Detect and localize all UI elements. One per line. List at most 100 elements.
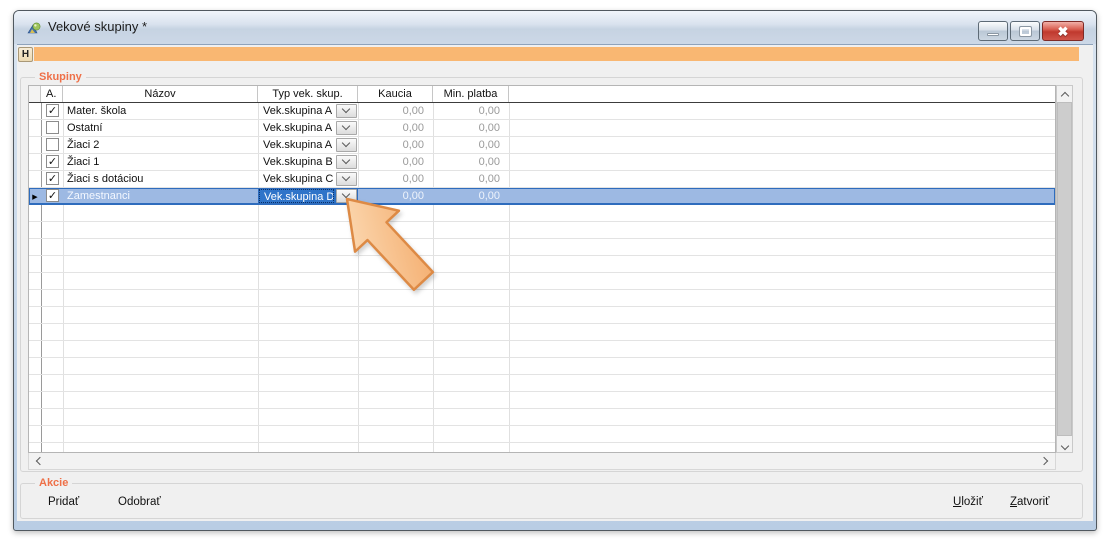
empty-table-row[interactable]: [29, 256, 1055, 273]
horizontal-scrollbar[interactable]: [28, 453, 1056, 470]
column-header-kaucia[interactable]: Kaucia: [358, 86, 433, 102]
scroll-up-button[interactable]: [1057, 86, 1072, 102]
vertical-scrollbar-thumb[interactable]: [1057, 102, 1072, 436]
empty-table-row[interactable]: [29, 324, 1055, 341]
active-checkbox[interactable]: ✓: [46, 189, 59, 202]
empty-table-row[interactable]: [29, 375, 1055, 392]
nazov-cell[interactable]: Zamestnanci: [63, 188, 258, 204]
nazov-cell[interactable]: Žiaci 2: [63, 137, 258, 153]
empty-table-row[interactable]: [29, 290, 1055, 307]
typ-cell[interactable]: Vek.skupina A: [258, 137, 358, 153]
min-platba-cell[interactable]: 0,00: [433, 154, 509, 170]
minimize-icon: [987, 33, 999, 36]
typ-cell[interactable]: Vek.skupina B: [258, 154, 358, 170]
empty-table-row[interactable]: [29, 273, 1055, 290]
scroll-down-button[interactable]: [1057, 436, 1072, 452]
empty-table-row[interactable]: [29, 222, 1055, 239]
close-button[interactable]: ✖: [1042, 21, 1084, 41]
maximize-icon: [1020, 27, 1031, 36]
title-bar[interactable]: Vekové skupiny * ✖: [14, 11, 1096, 44]
kaucia-cell[interactable]: 0,00: [358, 154, 433, 170]
active-cell: ✓: [41, 171, 63, 187]
active-checkbox[interactable]: ✓: [46, 104, 59, 117]
nazov-cell[interactable]: Mater. škola: [63, 103, 258, 119]
maximize-button[interactable]: [1010, 21, 1040, 41]
typ-value: Vek.skupina D: [259, 189, 334, 203]
typ-dropdown-button[interactable]: [336, 155, 357, 169]
typ-dropdown-button[interactable]: [336, 104, 357, 118]
empty-table-row[interactable]: [29, 409, 1055, 426]
empty-table-row[interactable]: [29, 307, 1055, 324]
table-row[interactable]: ✓ Mater. škola Vek.skupina A 0,00 0,00: [29, 103, 1055, 120]
odobrat-button[interactable]: Odobrať: [118, 496, 161, 508]
active-cell: ✓: [41, 154, 63, 170]
scroll-left-button[interactable]: [31, 453, 47, 468]
empty-table-row[interactable]: [29, 239, 1055, 256]
min-platba-cell[interactable]: 0,00: [433, 171, 509, 187]
close-icon: ✖: [1058, 25, 1069, 38]
empty-table-row[interactable]: [29, 341, 1055, 358]
column-header-min-platba[interactable]: Min. platba: [433, 86, 509, 102]
typ-dropdown-button[interactable]: [336, 121, 357, 135]
empty-table-row[interactable]: [29, 392, 1055, 409]
min-platba-cell[interactable]: 0,00: [433, 103, 509, 119]
empty-table-row[interactable]: [29, 205, 1055, 222]
empty-table-row[interactable]: [29, 426, 1055, 443]
table-header: A. Názov Typ vek. skup. Kaucia Min. plat…: [29, 86, 1055, 103]
scroll-right-button[interactable]: [1037, 453, 1053, 468]
chevron-down-icon: [342, 156, 350, 164]
kaucia-cell[interactable]: 0,00: [358, 120, 433, 136]
kaucia-cell[interactable]: 0,00: [358, 188, 433, 204]
chevron-right-icon: [1040, 457, 1048, 465]
kaucia-cell[interactable]: 0,00: [358, 171, 433, 187]
typ-cell[interactable]: Vek.skupina A: [258, 103, 358, 119]
table-row[interactable]: ▶ ✓ Zamestnanci Vek.skupina D 0,00 0,00: [29, 188, 1055, 205]
typ-value: Vek.skupina B: [259, 154, 334, 170]
minimize-button[interactable]: [978, 21, 1008, 41]
min-platba-cell[interactable]: 0,00: [433, 120, 509, 136]
active-checkbox[interactable]: [46, 121, 59, 134]
pridat-button[interactable]: Pridať: [48, 496, 79, 508]
column-header-typ[interactable]: Typ vek. skup.: [258, 86, 358, 102]
groupbox-akcie-label: Akcie: [35, 477, 72, 489]
table-row[interactable]: ✓ Žiaci s dotáciou Vek.skupina C 0,00 0,…: [29, 171, 1055, 188]
app-icon: [26, 20, 42, 36]
table-row[interactable]: Žiaci 2 Vek.skupina A 0,00 0,00: [29, 137, 1055, 154]
typ-cell[interactable]: Vek.skupina C: [258, 171, 358, 187]
typ-cell[interactable]: Vek.skupina A: [258, 120, 358, 136]
nazov-cell[interactable]: Žiaci 1: [63, 154, 258, 170]
window-title: Vekové skupiny *: [48, 19, 147, 34]
active-checkbox[interactable]: ✓: [46, 172, 59, 185]
table-row[interactable]: Ostatní Vek.skupina A 0,00 0,00: [29, 120, 1055, 137]
chevron-left-icon: [36, 457, 44, 465]
active-checkbox[interactable]: ✓: [46, 155, 59, 168]
kaucia-cell[interactable]: 0,00: [358, 103, 433, 119]
column-header-active[interactable]: A.: [41, 86, 63, 102]
column-header-nazov[interactable]: Názov: [63, 86, 258, 102]
current-row-marker-icon: ▶: [32, 194, 37, 201]
row-selector-cell: [29, 120, 41, 136]
min-platba-cell[interactable]: 0,00: [433, 188, 509, 204]
groupbox-akcie: Akcie: [20, 483, 1083, 519]
typ-dropdown-button[interactable]: [336, 172, 357, 186]
typ-cell[interactable]: Vek.skupina D: [258, 188, 358, 204]
nazov-cell[interactable]: Ostatní: [63, 120, 258, 136]
kaucia-cell[interactable]: 0,00: [358, 137, 433, 153]
empty-table-row[interactable]: [29, 358, 1055, 375]
chevron-down-icon: [342, 190, 350, 198]
h-toolbar-button[interactable]: H: [18, 47, 33, 62]
row-selector-cell: [29, 137, 41, 153]
min-platba-cell[interactable]: 0,00: [433, 137, 509, 153]
typ-dropdown-button[interactable]: [336, 138, 357, 152]
chevron-down-icon: [342, 122, 350, 130]
vertical-scrollbar[interactable]: [1056, 85, 1073, 453]
ulozit-button[interactable]: Uložiť: [953, 496, 983, 508]
nazov-cell[interactable]: Žiaci s dotáciou: [63, 171, 258, 187]
row-selector-cell: ▶: [29, 188, 41, 204]
typ-value: Vek.skupina A: [259, 137, 334, 153]
empty-table-row[interactable]: [29, 443, 1055, 452]
active-checkbox[interactable]: [46, 138, 59, 151]
typ-dropdown-button[interactable]: [336, 189, 357, 203]
zatvorit-button[interactable]: Zatvoriť: [1010, 496, 1049, 508]
table-row[interactable]: ✓ Žiaci 1 Vek.skupina B 0,00 0,00: [29, 154, 1055, 171]
